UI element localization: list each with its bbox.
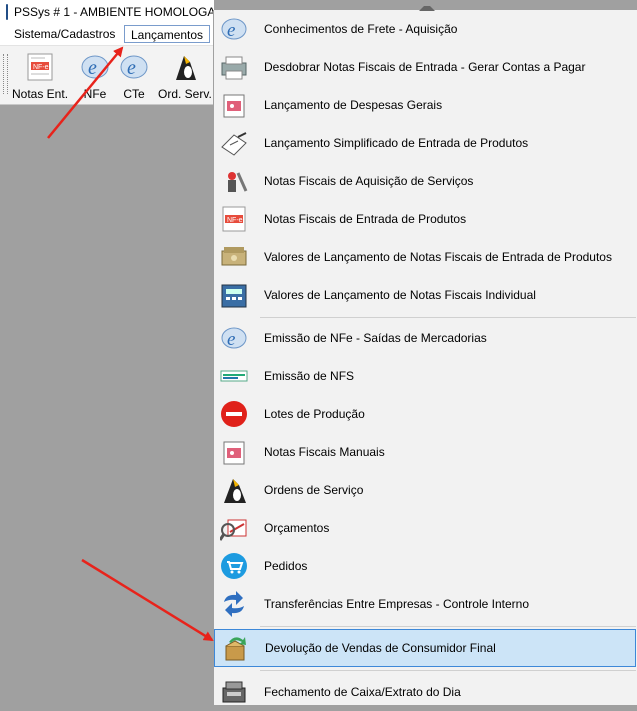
menu-separator: [260, 317, 636, 318]
menu-item-label: Orçamentos: [264, 521, 330, 535]
menu-item-aquisicao-servicos[interactable]: Notas Fiscais de Aquisição de Serviços: [214, 162, 636, 200]
menu-item-entrada-produtos[interactable]: NF-e Notas Fiscais de Entrada de Produto…: [214, 200, 636, 238]
penguin-icon: [170, 52, 200, 82]
clipboard-icon: [214, 124, 254, 162]
toolbar-nfe-label: NFe: [83, 87, 107, 101]
shopping-cart-icon: [214, 547, 254, 585]
menu-item-label: Notas Fiscais de Entrada de Produtos: [264, 212, 467, 226]
menu-item-label: Transferências Entre Empresas - Controle…: [264, 597, 530, 611]
toolbar-cte-label: CTe: [123, 87, 145, 101]
menu-item-transferencias[interactable]: Transferências Entre Empresas - Controle…: [214, 585, 636, 623]
penguin-icon: [214, 471, 254, 509]
svg-text:e: e: [227, 329, 235, 350]
nfe-document-icon: NF-e: [25, 52, 55, 82]
menu-item-conhecimentos-frete[interactable]: e Conhecimentos de Frete - Aquisição: [214, 10, 636, 48]
toolbar: NF-e Notas Ent. e NFe e CTe Ord. Serv.: [0, 46, 214, 105]
menu-lancamentos[interactable]: Lançamentos: [124, 25, 211, 43]
menu-item-label: Conhecimentos de Frete - Aquisição: [264, 22, 458, 36]
menu-item-emissao-nfs[interactable]: Emissão de NFS: [214, 357, 636, 395]
menu-item-notas-manuais[interactable]: Notas Fiscais Manuais: [214, 433, 636, 471]
toolbar-ord-serv-button[interactable]: Ord. Serv.: [158, 50, 212, 102]
menu-item-orcamentos[interactable]: Orçamentos: [214, 509, 636, 547]
app-icon: [6, 4, 8, 20]
svg-text:e: e: [127, 57, 136, 79]
window-title: PSSys # 1 - AMBIENTE HOMOLOGA: [14, 5, 216, 19]
menu-item-label: Notas Fiscais de Aquisição de Serviços: [264, 174, 474, 188]
toolbar-notas-ent-label: Notas Ent.: [12, 87, 69, 101]
cash-register-icon: [214, 673, 254, 711]
menu-item-pedidos[interactable]: Pedidos: [214, 547, 636, 585]
menu-separator: [260, 670, 636, 671]
register-icon: [214, 433, 254, 471]
menu-item-devolucao-vendas[interactable]: Devolução de Vendas de Consumidor Final: [214, 629, 636, 667]
menu-bar: Sistema/Cadastros Lançamentos: [0, 24, 214, 46]
calculator-icon: [214, 276, 254, 314]
menu-item-valores-entrada-produtos[interactable]: Valores de Lançamento de Notas Fiscais d…: [214, 238, 636, 276]
toolbar-ord-serv-label: Ord. Serv.: [158, 87, 212, 101]
menu-item-emissao-nfe[interactable]: e Emissão de NFe - Saídas de Mercadorias: [214, 319, 636, 357]
menu-item-lotes-producao[interactable]: Lotes de Produção: [214, 395, 636, 433]
nfe-e-icon: e: [80, 52, 110, 82]
menu-item-label: Lançamento Simplificado de Entrada de Pr…: [264, 136, 529, 150]
svg-text:NF-e: NF-e: [227, 217, 243, 224]
toolbar-notas-ent-button[interactable]: NF-e Notas Ent.: [12, 50, 68, 102]
nfe-e-icon: e: [214, 10, 254, 48]
menu-item-label: Valores de Lançamento de Notas Fiscais I…: [264, 288, 536, 302]
menu-item-label: Notas Fiscais Manuais: [264, 445, 385, 459]
magnifier-chart-icon: [214, 509, 254, 547]
toolbar-cte-button[interactable]: e CTe: [119, 50, 149, 102]
return-box-icon: [215, 629, 255, 667]
nfe-document-icon: NF-e: [214, 200, 254, 238]
menu-item-label: Desdobrar Notas Fiscais de Entrada - Ger…: [264, 60, 586, 74]
menu-item-label: Fechamento de Caixa/Extrato do Dia: [264, 685, 461, 699]
menu-item-label: Valores de Lançamento de Notas Fiscais d…: [264, 250, 612, 264]
svg-text:e: e: [88, 57, 97, 79]
menu-item-ordens-servico[interactable]: Ordens de Serviço: [214, 471, 636, 509]
window-titlebar: PSSys # 1 - AMBIENTE HOMOLOGA: [0, 0, 216, 24]
printer-icon: [214, 48, 254, 86]
transfer-arrows-icon: [214, 585, 254, 623]
menu-item-lancamento-simplificado[interactable]: Lançamento Simplificado de Entrada de Pr…: [214, 124, 636, 162]
menu-item-valores-individual[interactable]: Valores de Lançamento de Notas Fiscais I…: [214, 276, 636, 314]
menu-item-label: Pedidos: [264, 559, 308, 573]
cte-e-icon: e: [119, 52, 149, 82]
menu-item-despesas-gerais[interactable]: Lançamento de Despesas Gerais: [214, 86, 636, 124]
menu-item-fechamento-caixa[interactable]: Fechamento de Caixa/Extrato do Dia: [214, 673, 636, 711]
menu-item-label: Devolução de Vendas de Consumidor Final: [265, 641, 496, 655]
menu-item-label: Ordens de Serviço: [264, 483, 364, 497]
menu-item-label: Emissão de NFS: [264, 369, 355, 383]
toolbar-grip[interactable]: [3, 54, 8, 94]
stop-icon: [214, 395, 254, 433]
menu-item-desdobrar-notas[interactable]: Desdobrar Notas Fiscais de Entrada - Ger…: [214, 48, 636, 86]
menu-sistema-cadastros[interactable]: Sistema/Cadastros: [8, 25, 121, 43]
menu-separator: [260, 626, 636, 627]
toolbar-nfe-button[interactable]: e NFe: [80, 50, 110, 102]
cash-icon: [214, 238, 254, 276]
nfe-e-icon: e: [214, 319, 254, 357]
arrow-to-devolucao-item: [81, 558, 214, 642]
tools-icon: [214, 162, 254, 200]
menu-item-label: Lotes de Produção: [264, 407, 365, 421]
svg-text:e: e: [227, 20, 235, 41]
nfs-logo-icon: [214, 357, 254, 395]
svg-text:NF-e: NF-e: [33, 64, 49, 71]
lancamentos-dropdown-menu: e Conhecimentos de Frete - Aquisição Des…: [213, 6, 637, 705]
menu-item-label: Lançamento de Despesas Gerais: [264, 98, 443, 112]
menu-item-label: Emissão de NFe - Saídas de Mercadorias: [264, 331, 487, 345]
register-icon: [214, 86, 254, 124]
